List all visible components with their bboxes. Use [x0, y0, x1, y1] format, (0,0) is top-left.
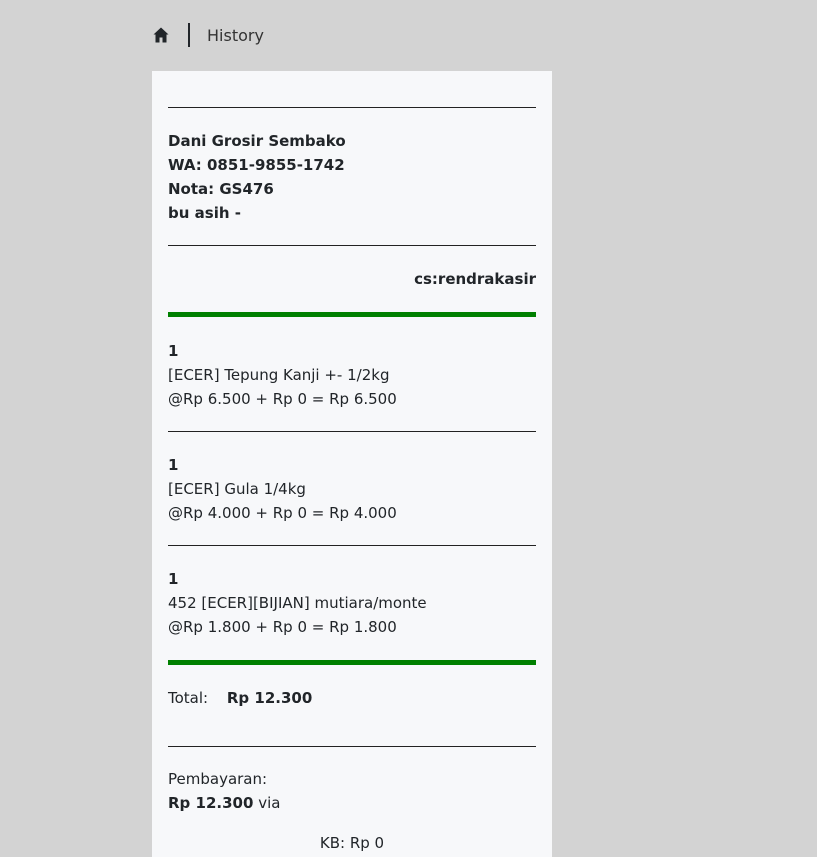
nota-number: Nota: GS476 — [168, 180, 274, 198]
kb-label: KB: Rp 0 — [319, 834, 385, 852]
item-name: [ECER] Gula 1/4kg — [168, 480, 306, 498]
home-icon[interactable] — [152, 26, 170, 44]
item-qty: 1 — [168, 342, 179, 360]
payment-info: Pembayaran: Rp 12.300 via — [168, 747, 536, 815]
store-info: Dani Grosir Sembako WA: 0851-9855-1742 N… — [168, 108, 536, 245]
receipt: Dani Grosir Sembako WA: 0851-9855-1742 N… — [152, 71, 552, 857]
breadcrumb-separator — [188, 23, 190, 47]
list-item: 1 452 [ECER][BIJIAN] mutiara/monte @Rp 1… — [168, 546, 536, 660]
cashier-label: cs:rendrakasir — [414, 270, 536, 288]
item-calc: @Rp 6.500 + Rp 0 = Rp 6.500 — [168, 390, 397, 408]
store-wa: WA: 0851-9855-1742 — [168, 156, 345, 174]
total-row: Total: Rp 12.300 — [168, 665, 536, 746]
item-qty: 1 — [168, 570, 179, 588]
item-name: [ECER] Tepung Kanji +- 1/2kg — [168, 366, 390, 384]
list-item: 1 [ECER] Gula 1/4kg @Rp 4.000 + Rp 0 = R… — [168, 432, 536, 545]
item-calc: @Rp 1.800 + Rp 0 = Rp 1.800 — [168, 618, 397, 636]
payment-via: via — [258, 794, 281, 812]
total-value: Rp 12.300 — [226, 689, 313, 707]
customer-name: bu asih - — [168, 204, 241, 222]
breadcrumb-history[interactable]: History — [207, 26, 264, 45]
total-label: Total: — [168, 689, 209, 707]
item-calc: @Rp 4.000 + Rp 0 = Rp 4.000 — [168, 504, 397, 522]
item-name: 452 [ECER][BIJIAN] mutiara/monte — [168, 594, 427, 612]
payment-amount: Rp 12.300 — [168, 794, 254, 812]
item-qty: 1 — [168, 456, 179, 474]
payment-label: Pembayaran: — [168, 770, 268, 788]
breadcrumb: History — [152, 20, 264, 50]
store-name: Dani Grosir Sembako — [168, 132, 346, 150]
list-item: 1 [ECER] Tepung Kanji +- 1/2kg @Rp 6.500… — [168, 317, 536, 431]
